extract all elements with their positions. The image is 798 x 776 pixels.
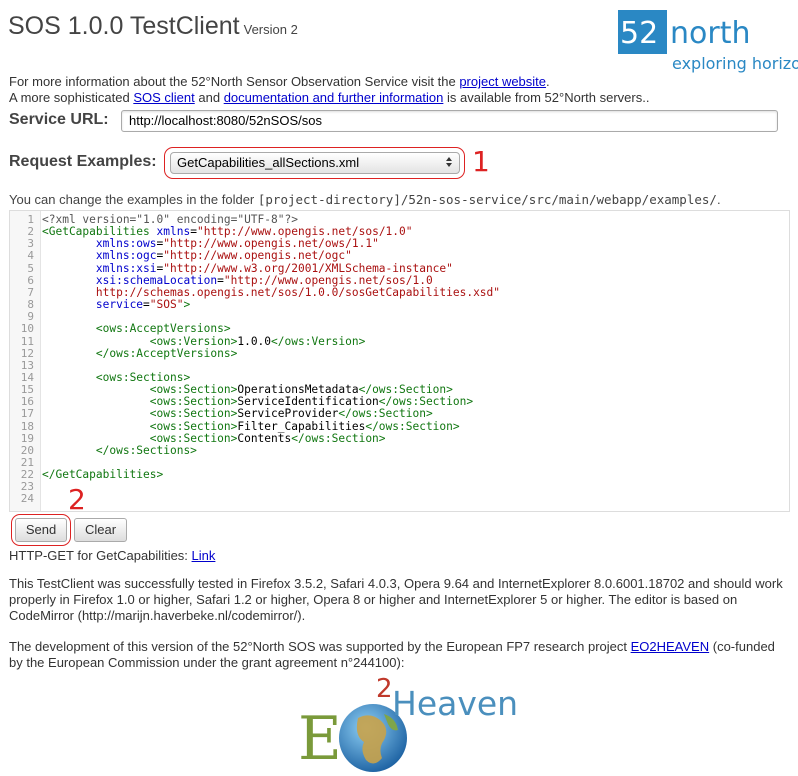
project-website-link[interactable]: project website bbox=[459, 74, 546, 89]
line-number: 4 bbox=[27, 249, 34, 263]
select-arrows-icon bbox=[446, 157, 452, 167]
code-text: service="SOS"> bbox=[95, 298, 191, 312]
line-number: 19 bbox=[20, 431, 34, 445]
logo-heaven: Heaven bbox=[392, 684, 519, 723]
hint-text: . bbox=[716, 192, 721, 207]
eo2heaven-logo: E O 2 Heaven bbox=[298, 674, 518, 776]
code-text: </ows:AcceptVersions> bbox=[95, 346, 238, 360]
examples-folder-hint: You can change the examples in the folde… bbox=[9, 192, 721, 207]
http-get-link[interactable]: Link bbox=[192, 548, 216, 563]
info-text: is available from 52°North servers.. bbox=[447, 90, 650, 105]
page-title: SOS 1.0.0 TestClient Version 2 bbox=[8, 12, 298, 41]
line-number: 18 bbox=[20, 419, 34, 433]
logo-two: 2 bbox=[376, 674, 393, 704]
line-number: 5 bbox=[27, 261, 34, 275]
logo-letter-e: E bbox=[298, 704, 342, 774]
line-number: 12 bbox=[20, 346, 34, 360]
service-url-input[interactable]: http://localhost:8080/52nSOS/sos bbox=[121, 110, 778, 132]
info-text: and bbox=[198, 90, 221, 105]
title-text: SOS 1.0.0 TestClient bbox=[8, 12, 240, 40]
info-line-2: A more sophisticated SOS client and docu… bbox=[9, 90, 649, 105]
service-url-label: Service URL: bbox=[9, 111, 109, 128]
info-line-1: For more information about the 52°North … bbox=[9, 74, 550, 89]
code-text: </ows:Sections> bbox=[95, 443, 197, 457]
funding-text: The development of this version of the 5… bbox=[9, 639, 627, 654]
xml-editor[interactable]: 1 <?xml version="1.0" encoding="UTF-8"?> 2… bbox=[9, 210, 790, 512]
hint-text: You can change the examples in the folde… bbox=[9, 192, 255, 207]
annotation-number-2: 2 bbox=[68, 483, 86, 516]
line-number: 10 bbox=[20, 322, 34, 336]
http-get-label: HTTP-GET for GetCapabilities: bbox=[9, 548, 188, 563]
line-number: 6 bbox=[27, 273, 34, 287]
send-button[interactable]: Send bbox=[15, 518, 67, 542]
http-get-line: HTTP-GET for GetCapabilities: Link bbox=[9, 548, 215, 563]
documentation-link[interactable]: documentation and further information bbox=[224, 90, 444, 105]
funding-paragraph: The development of this version of the 5… bbox=[9, 639, 784, 671]
logo-tagline: exploring horizons bbox=[672, 54, 798, 73]
line-number: 13 bbox=[20, 358, 34, 372]
info-text: For more information about the 52°North … bbox=[9, 74, 456, 89]
tested-paragraph: This TestClient was successfully tested … bbox=[9, 576, 783, 623]
sos-client-link[interactable]: SOS client bbox=[133, 90, 194, 105]
clear-button[interactable]: Clear bbox=[74, 518, 127, 542]
request-examples-select[interactable]: GetCapabilities_allSections.xml bbox=[170, 152, 460, 174]
52north-logo: 52 north exploring horizons bbox=[618, 10, 798, 73]
line-number: 17 bbox=[20, 407, 34, 421]
line-number: 11 bbox=[20, 334, 34, 348]
hint-path: [project-directory]/52n-sos-service/src/… bbox=[257, 192, 717, 207]
annotation-number-1: 1 bbox=[472, 145, 490, 178]
logo-word: north bbox=[670, 16, 751, 51]
line-number: 24 bbox=[20, 492, 34, 506]
code-text: </GetCapabilities> bbox=[42, 468, 164, 482]
logo-number: 52 bbox=[620, 16, 659, 51]
select-value: GetCapabilities_allSections.xml bbox=[177, 155, 360, 170]
request-examples-label: Request Examples: bbox=[9, 153, 157, 170]
eo2heaven-link[interactable]: EO2HEAVEN bbox=[631, 639, 710, 654]
info-text: A more sophisticated bbox=[9, 90, 130, 105]
version-label: Version 2 bbox=[243, 22, 298, 37]
info-text: . bbox=[546, 74, 550, 89]
